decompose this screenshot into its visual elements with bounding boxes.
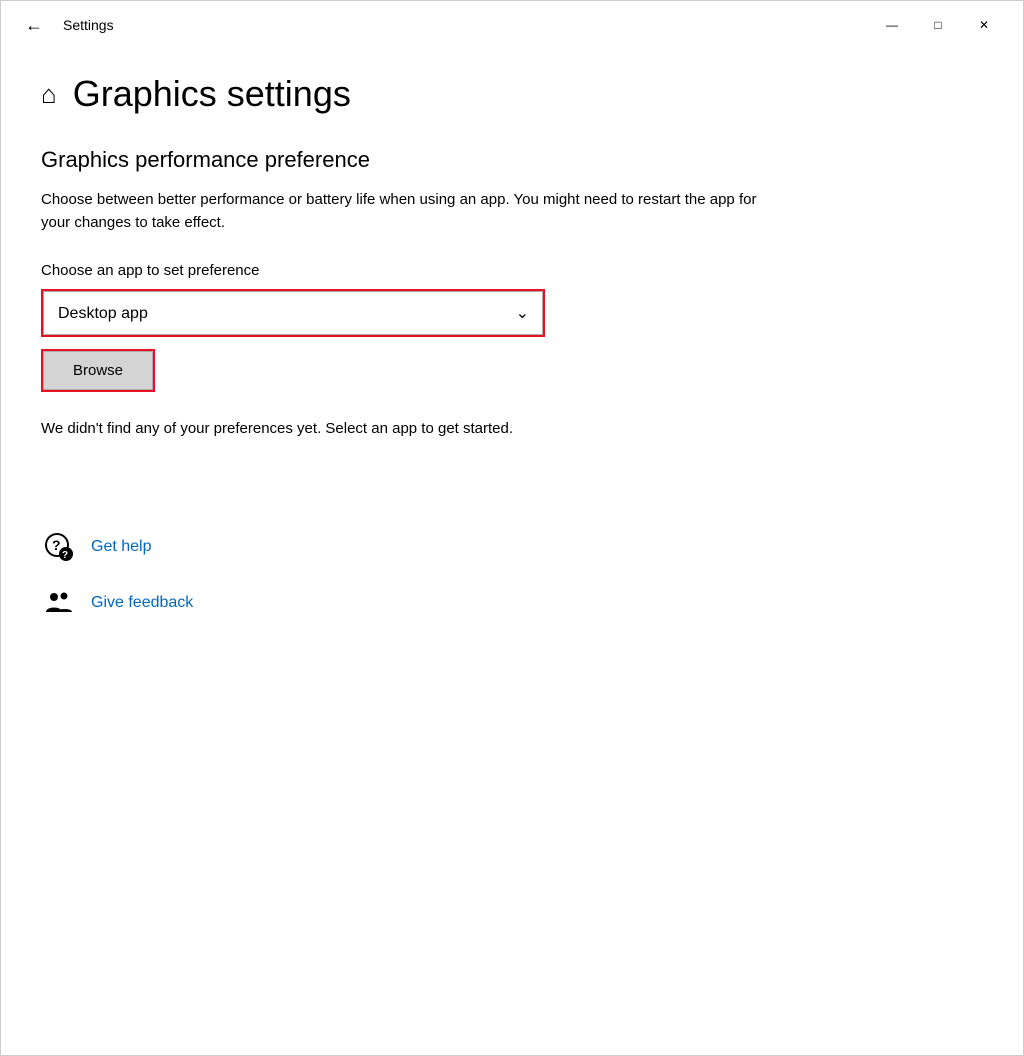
description-text: Choose between better performance or bat… — [41, 189, 761, 234]
main-content: ⌂ Graphics settings Graphics performance… — [1, 49, 1023, 1055]
give-feedback-link[interactable]: Give feedback — [41, 585, 983, 621]
give-feedback-icon — [41, 585, 77, 621]
page-title: Graphics settings — [73, 73, 351, 115]
section-title: Graphics performance preference — [41, 147, 983, 173]
settings-window: ← Settings — □ ✕ ⌂ Graphics settings Gra… — [0, 0, 1024, 1056]
close-button[interactable]: ✕ — [961, 9, 1007, 41]
title-bar: ← Settings — □ ✕ — [1, 1, 1023, 49]
minimize-button[interactable]: — — [869, 9, 915, 41]
window-title: Settings — [63, 17, 114, 33]
browse-wrapper: Browse — [41, 349, 155, 392]
get-help-text[interactable]: Get help — [91, 538, 151, 556]
give-feedback-text[interactable]: Give feedback — [91, 594, 193, 612]
window-controls: — □ ✕ — [869, 9, 1007, 41]
get-help-icon: ? ? — [41, 529, 77, 565]
app-type-dropdown-container: Desktop app Microsoft Store app ⌄ — [43, 291, 543, 335]
browse-button[interactable]: Browse — [43, 351, 153, 390]
page-header: ⌂ Graphics settings — [41, 73, 983, 115]
svg-text:?: ? — [62, 550, 68, 561]
spacer — [41, 497, 983, 529]
help-section: ? ? Get help — [41, 529, 983, 621]
empty-state-message: We didn't find any of your preferences y… — [41, 420, 641, 437]
dropdown-wrapper: Desktop app Microsoft Store app ⌄ — [41, 289, 545, 337]
app-type-dropdown[interactable]: Desktop app Microsoft Store app — [43, 291, 543, 335]
svg-text:?: ? — [52, 537, 61, 553]
title-bar-left: ← Settings — [17, 11, 114, 40]
get-help-link[interactable]: ? ? Get help — [41, 529, 983, 565]
home-icon: ⌂ — [41, 79, 57, 110]
back-button[interactable]: ← — [17, 11, 51, 40]
choose-label: Choose an app to set preference — [41, 262, 983, 279]
maximize-button[interactable]: □ — [915, 9, 961, 41]
